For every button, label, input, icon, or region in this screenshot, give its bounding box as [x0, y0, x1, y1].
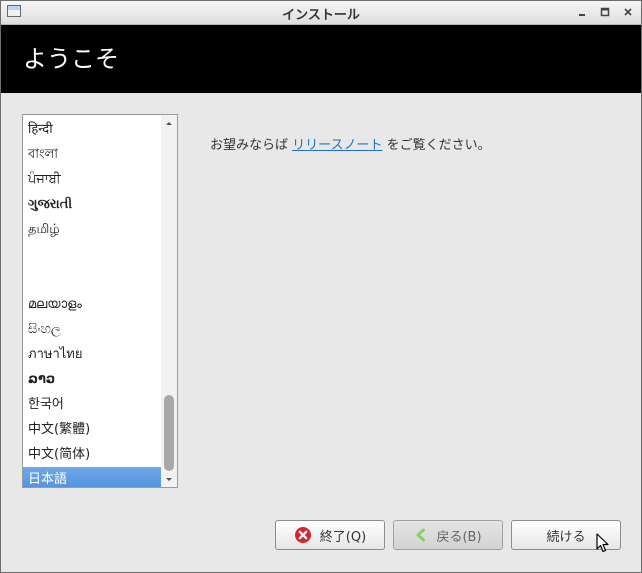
- language-item[interactable]: 한국어: [23, 392, 161, 417]
- title-bar[interactable]: インストール: [1, 1, 641, 25]
- language-item[interactable]: தமிழ்: [23, 217, 161, 242]
- language-item[interactable]: ລາວ: [23, 367, 161, 392]
- language-item[interactable]: ภาษาไทย: [23, 342, 161, 367]
- language-item[interactable]: ગુજરાતી: [23, 192, 161, 217]
- scroll-down-icon[interactable]: [161, 473, 177, 485]
- language-item[interactable]: සිංහල: [23, 317, 161, 342]
- release-notes-prefix: お望みならば: [210, 138, 293, 153]
- language-item[interactable]: 中文(繁體): [23, 417, 161, 442]
- language-list-scrollbar[interactable]: [161, 115, 177, 487]
- language-item[interactable]: [23, 267, 161, 292]
- language-item[interactable]: [23, 242, 161, 267]
- header-banner: ようこそ: [1, 25, 641, 93]
- quit-button-label: 終了(Q): [319, 529, 367, 545]
- release-notes-text: お望みならば リリースノート をご覧ください。: [210, 134, 491, 153]
- page-title: ようこそ: [23, 45, 119, 73]
- language-item[interactable]: বাংলা: [23, 142, 161, 167]
- language-item[interactable]: മലയാളം: [23, 292, 161, 317]
- maximize-icon[interactable]: [598, 5, 612, 19]
- language-items: हिन्दी বাংলা ਪੰਜਾਬੀ ગુજરાતી தமிழ் മലയാളം සිංහල…: [23, 117, 161, 487]
- language-item[interactable]: ਪੰਜਾਬੀ: [23, 167, 161, 192]
- back-button-label: 戻る(B): [436, 529, 482, 545]
- language-item[interactable]: हिन्दी: [23, 117, 161, 142]
- quit-button[interactable]: 終了(Q): [275, 520, 385, 550]
- release-notes-link[interactable]: リリースノート: [292, 138, 382, 153]
- window-controls: [575, 5, 635, 19]
- language-item[interactable]: 中文(简体): [23, 442, 161, 467]
- minimize-icon[interactable]: [575, 5, 589, 19]
- language-list[interactable]: हिन्दी বাংলা ਪੰਜਾਬੀ ગુજરાતી தமிழ் മലയാളം සිංහල…: [22, 114, 178, 488]
- release-notes-suffix: をご覧ください。: [382, 138, 491, 153]
- scroll-up-icon[interactable]: [161, 117, 177, 129]
- quit-icon: [294, 526, 312, 544]
- installer-window: インストール ようこそ हिन्दी বাংলা ਪੰਜਾਬੀ ગુજરાતી தமிழ…: [0, 0, 642, 573]
- continue-button-label: 続ける: [546, 529, 586, 545]
- back-arrow-icon: [414, 528, 428, 542]
- window-title: インストール: [282, 8, 360, 23]
- close-icon[interactable]: [621, 5, 635, 19]
- mouse-cursor-icon: [596, 533, 610, 557]
- back-button[interactable]: 戻る(B): [393, 520, 503, 550]
- language-item[interactable]: 日本語: [23, 467, 161, 487]
- scroll-thumb[interactable]: [164, 395, 174, 471]
